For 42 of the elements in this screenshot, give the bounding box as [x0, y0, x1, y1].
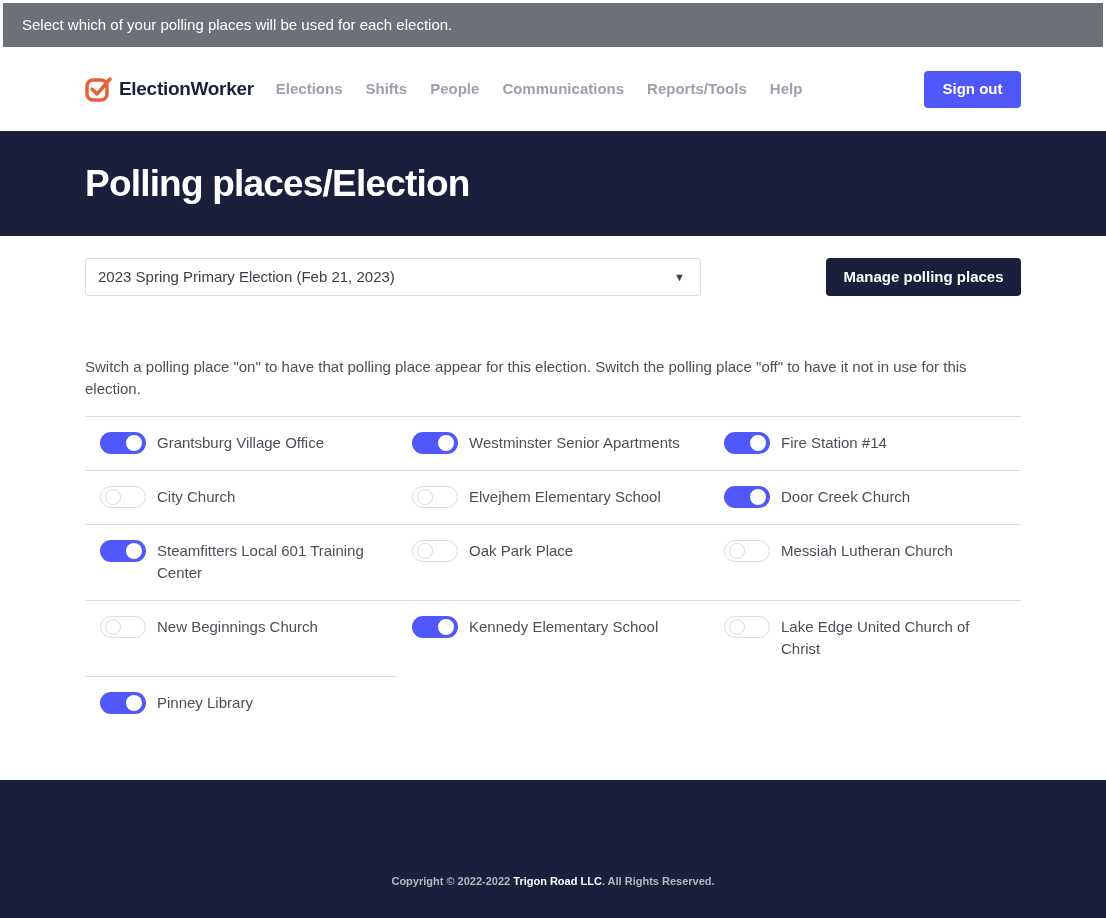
- toggle-switch[interactable]: [724, 432, 770, 454]
- toggle-switch[interactable]: [100, 692, 146, 714]
- nav-link[interactable]: Elections: [275, 77, 343, 101]
- instructions-text: Switch a polling place "on" to have that polling place appear for this election. Switch the polling place "off" to have it not in use for this election.: [85, 357, 968, 399]
- election-select[interactable]: 2023 Spring Primary Election (Feb 21, 2023) ▼: [85, 258, 701, 296]
- polling-place-name: Lake Edge United Church of Christ: [781, 617, 971, 659]
- nav-link[interactable]: Reports/Tools: [647, 77, 747, 101]
- toggle-switch[interactable]: [412, 540, 458, 562]
- brand-name: ElectionWorker: [119, 76, 254, 101]
- manage-polling-places-button[interactable]: Manage polling places: [826, 258, 1021, 296]
- polling-place-name: Door Creek Church: [781, 487, 911, 507]
- toggle-switch[interactable]: [100, 486, 146, 508]
- nav-link[interactable]: Help: [769, 77, 803, 101]
- toggle-switch[interactable]: [100, 432, 146, 454]
- toggle-switch[interactable]: [412, 432, 458, 454]
- toggle-switch[interactable]: [100, 616, 146, 638]
- polling-place-name: Messiah Lutheran Church: [781, 541, 953, 561]
- polling-place-name: Oak Park Place: [469, 541, 574, 561]
- polling-place-name: Fire Station #14: [781, 433, 887, 453]
- polling-place-name: Pinney Library: [157, 693, 253, 713]
- polling-place-name: New Beginnings Church: [157, 617, 318, 637]
- polling-place-name: Kennedy Elementary School: [469, 617, 659, 637]
- toggle-switch[interactable]: [412, 616, 458, 638]
- nav-link[interactable]: People: [430, 77, 480, 101]
- polling-place-name: Westminster Senior Apartments: [469, 433, 680, 453]
- nav-link[interactable]: Shifts: [365, 77, 408, 101]
- polling-place-name: Grantsburg Village Office: [157, 433, 325, 453]
- caret-icon: ▼: [674, 268, 685, 286]
- polling-place-name: Elvejhem Elementary School: [469, 487, 661, 507]
- sign-out-button[interactable]: Sign out: [924, 70, 1021, 108]
- toggle-switch[interactable]: [412, 486, 458, 508]
- toggle-switch[interactable]: [100, 540, 146, 562]
- toggle-switch[interactable]: [724, 486, 770, 508]
- instruction-banner: Select which of your polling places will be used for each election.: [3, 3, 1103, 47]
- polling-place-name: City Church: [157, 487, 236, 507]
- page-title: Polling places/Election: [85, 161, 470, 206]
- toggle-switch[interactable]: [724, 616, 770, 638]
- nav-link[interactable]: Communications: [502, 77, 625, 101]
- checkbox-logo-icon: [85, 76, 113, 102]
- polling-place-name: Steamfitters Local 601 Training Center: [157, 541, 365, 583]
- copyright-text: Copyright © 2022-2022 Trigon Road LLC. All Rights Reserved.: [391, 873, 715, 889]
- toggle-switch[interactable]: [724, 540, 770, 562]
